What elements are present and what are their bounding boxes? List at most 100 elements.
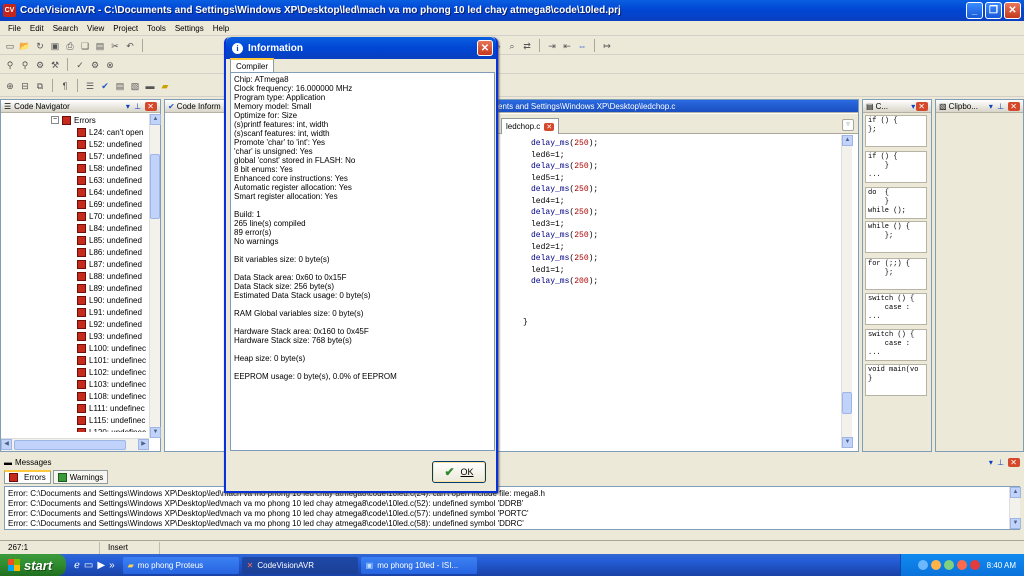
template-snippet[interactable]: while () { };	[865, 221, 927, 253]
pin-icon[interactable]: ⊥	[997, 102, 1005, 111]
layers-icon[interactable]: ⧉	[34, 80, 46, 92]
navigator-error-item[interactable]: L84: undefined	[1, 222, 146, 234]
navigator-error-item[interactable]: L88: undefined	[1, 270, 146, 282]
stop-icon[interactable]: ⊗	[104, 59, 116, 71]
scroll-right-icon[interactable]: ▶	[138, 439, 149, 450]
panel-close-icon[interactable]: ✕	[916, 101, 928, 111]
navigator-error-item[interactable]: L86: undefined	[1, 246, 146, 258]
more-icon[interactable]: »	[109, 560, 115, 571]
minimize-button[interactable]: _	[966, 2, 983, 19]
templates-view-icon[interactable]: ▤	[114, 80, 126, 92]
messages-view-icon[interactable]: ▬	[144, 80, 156, 92]
panel-menu-icon[interactable]: ▾	[989, 102, 994, 111]
print-icon[interactable]: ⎙	[64, 40, 76, 52]
scroll-left-icon[interactable]: ◀	[1, 439, 12, 450]
cv-tray-icon[interactable]	[956, 560, 967, 570]
message-line[interactable]: Error: C:\Documents and Settings\Windows…	[8, 489, 1016, 499]
tab-errors[interactable]: Errors	[4, 470, 51, 484]
tab-compiler[interactable]: Compiler	[230, 58, 275, 72]
binoculars-icon[interactable]: ⚲	[4, 59, 16, 71]
menu-view[interactable]: View	[87, 24, 104, 33]
menu-settings[interactable]: Settings	[175, 24, 204, 33]
media-player-icon[interactable]: ▶	[97, 560, 105, 571]
folder-view-icon[interactable]: ▰	[159, 80, 171, 92]
collapse-toggle-icon[interactable]: −	[51, 116, 59, 124]
update-icon[interactable]	[943, 560, 954, 570]
save-icon[interactable]: ▣	[49, 40, 61, 52]
navigator-error-item[interactable]: L87: undefined	[1, 258, 146, 270]
indent-icon[interactable]: ⇥	[546, 40, 558, 52]
scroll-down-icon[interactable]: ▼	[842, 437, 853, 448]
template-snippet[interactable]: for (;;) { };	[865, 258, 927, 290]
panel-menu-icon[interactable]: ▾	[989, 458, 994, 467]
menu-tools[interactable]: Tools	[147, 24, 166, 33]
match-brace-icon[interactable]: ⇔	[576, 40, 588, 52]
scroll-thumb[interactable]	[150, 154, 160, 219]
tab-list-icon[interactable]: ▿	[842, 119, 854, 131]
panel-close-icon[interactable]: ✕	[1008, 457, 1020, 467]
task-proteus-folder[interactable]: ▰ mo phong Proteus	[122, 556, 239, 574]
navigator-view-icon[interactable]: ☰	[84, 80, 96, 92]
open-folder-icon[interactable]: 📂	[19, 40, 31, 52]
template-snippet[interactable]: switch () { case : ...	[865, 293, 927, 325]
find-icon[interactable]: ⌕	[506, 40, 518, 52]
scroll-down-icon[interactable]: ▼	[1010, 518, 1021, 529]
template-snippet[interactable]: switch () { case : ...	[865, 329, 927, 361]
menu-edit[interactable]: Edit	[30, 24, 44, 33]
scroll-thumb[interactable]	[842, 392, 852, 414]
antivirus-icon[interactable]	[930, 560, 941, 570]
navigator-error-item[interactable]: L92: undefined	[1, 318, 146, 330]
task-isis[interactable]: ▣ mo phong 10led - ISI...	[360, 556, 477, 574]
navigator-error-item[interactable]: L69: undefined	[1, 198, 146, 210]
start-button[interactable]: start	[0, 554, 66, 576]
navigator-error-item[interactable]: L58: undefined	[1, 162, 146, 174]
navigator-error-item[interactable]: L24: can't open	[1, 126, 146, 138]
new-file-icon[interactable]: ▭	[4, 40, 16, 52]
navigator-error-item[interactable]: L85: undefined	[1, 234, 146, 246]
code-editor[interactable]: delay_ms(250); led6=1; delay_ms(250); led5=…	[531, 138, 831, 438]
dialog-close-button[interactable]: ✕	[477, 40, 493, 56]
navigator-error-item[interactable]: L90: undefined	[1, 294, 146, 306]
navigator-error-item[interactable]: L91: undefined	[1, 306, 146, 318]
navigator-error-item[interactable]: L102: undefinec	[1, 366, 146, 378]
navigator-error-item[interactable]: L57: undefined	[1, 150, 146, 162]
compile-icon[interactable]: ⚙	[34, 59, 46, 71]
code-info-view-icon[interactable]: ✔	[99, 80, 111, 92]
internet-explorer-icon[interactable]: ℯ	[74, 560, 80, 571]
navigator-error-item[interactable]: L100: undefinec	[1, 342, 146, 354]
editor-vertical-scrollbar[interactable]: ▲ ▼	[841, 135, 853, 448]
navigator-vertical-scrollbar[interactable]: ▲ ▼	[149, 114, 161, 438]
editor-tab-ledchop[interactable]: ledchop.c ✕	[501, 118, 560, 134]
message-line[interactable]: Error: C:\Documents and Settings\Windows…	[8, 499, 1016, 509]
pin-icon[interactable]: ⊥	[997, 458, 1005, 467]
navigator-horizontal-scrollbar[interactable]: ◀ ▶	[1, 438, 149, 451]
network-icon[interactable]	[917, 560, 928, 570]
undo-icon[interactable]: ↶	[124, 40, 136, 52]
paragraph-icon[interactable]: ¶	[59, 80, 71, 92]
unindent-icon[interactable]: ⇤	[561, 40, 573, 52]
navigator-error-item[interactable]: L52: undefined	[1, 138, 146, 150]
cut-icon[interactable]: ✂	[109, 40, 121, 52]
make-icon[interactable]: ⚒	[49, 59, 61, 71]
navigator-error-item[interactable]: L63: undefined	[1, 174, 146, 186]
h-scroll-thumb[interactable]	[14, 440, 126, 450]
navigator-error-item[interactable]: L120: undefinec	[1, 426, 146, 432]
clipboard-view-icon[interactable]: ▧	[129, 80, 141, 92]
navigator-error-item[interactable]: L111: undefinec	[1, 402, 146, 414]
panel-menu-icon[interactable]: ▾	[126, 102, 131, 111]
message-line[interactable]: Error: C:\Documents and Settings\Windows…	[8, 509, 1016, 519]
template-snippet[interactable]: if () { };	[865, 115, 927, 147]
paste-icon[interactable]: ▤	[94, 40, 106, 52]
collapse-icon[interactable]: ⊟	[19, 80, 31, 92]
show-desktop-icon[interactable]: ▭	[84, 560, 93, 571]
template-snippet[interactable]: do { } while ();	[865, 187, 927, 219]
message-line[interactable]: Error: C:\Documents and Settings\Windows…	[8, 519, 1016, 529]
navigator-error-item[interactable]: L108: undefinec	[1, 390, 146, 402]
tab-warnings[interactable]: Warnings	[52, 470, 109, 484]
messages-scrollbar[interactable]: ▲ ▼	[1009, 487, 1021, 529]
check-syntax-icon[interactable]: ✓	[74, 59, 86, 71]
navigator-error-item[interactable]: L115: undefinec	[1, 414, 146, 426]
navigator-error-item[interactable]: L70: undefined	[1, 210, 146, 222]
scroll-up-icon[interactable]: ▲	[1010, 487, 1021, 498]
find-next-icon[interactable]: ⚲	[19, 59, 31, 71]
